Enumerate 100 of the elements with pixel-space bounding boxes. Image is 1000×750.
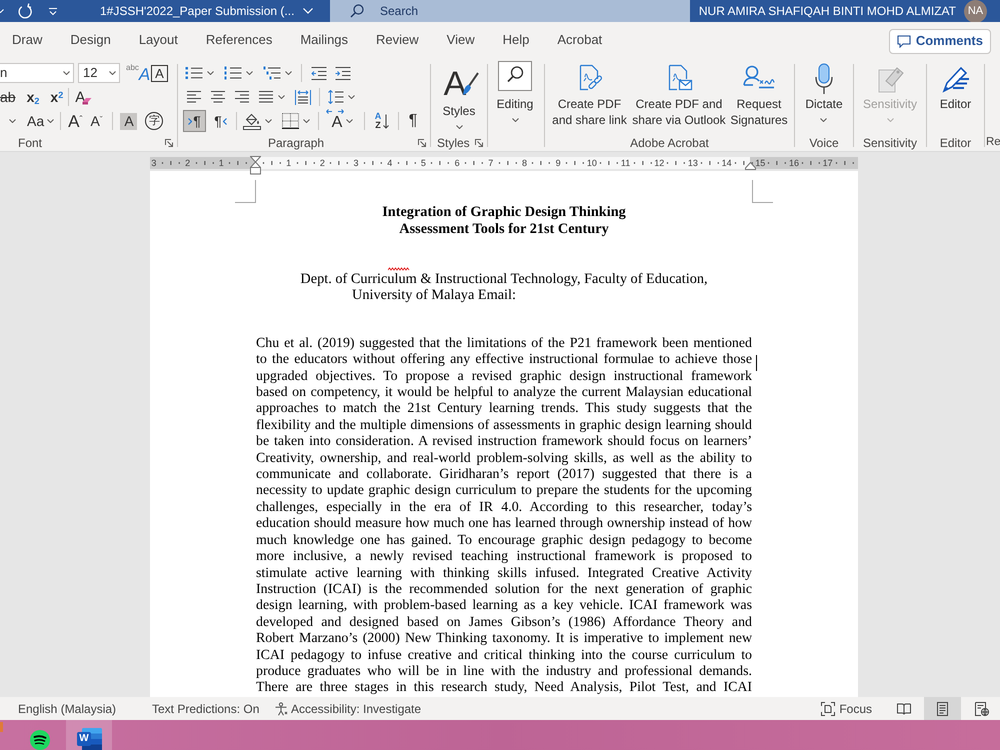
web-layout-icon <box>974 702 988 716</box>
ruler-number: 1 <box>218 157 224 169</box>
microphone-icon <box>814 63 834 95</box>
dialog-launcher-icon[interactable] <box>475 139 483 147</box>
chevron-down-icon[interactable] <box>0 8 4 14</box>
distributed-button[interactable] <box>292 87 314 107</box>
caret-icon <box>820 118 828 122</box>
caret-icon <box>207 71 214 75</box>
ruler-number: 12 <box>654 157 664 169</box>
ribbon-tab[interactable]: Layout <box>132 26 185 56</box>
circular-arrow-icon[interactable] <box>17 3 33 19</box>
align-right-icon <box>235 91 249 103</box>
line-spacing-button[interactable] <box>325 87 358 107</box>
right-to-left-button[interactable]: ¶ <box>209 110 232 132</box>
font-size-field[interactable]: 12 <box>78 63 120 83</box>
accessibility-button[interactable]: Accessibility: Investigate <box>274 700 422 718</box>
paint-bucket-icon <box>243 112 261 130</box>
language-status[interactable]: English (Malaysia) <box>18 702 116 716</box>
group-label: Paragraph <box>267 135 324 152</box>
ruler-number: 3 <box>151 157 156 169</box>
show-marks-button[interactable]: ¶ <box>403 111 423 131</box>
chevron-down-icon[interactable] <box>303 8 314 14</box>
editor-button[interactable]: Editor <box>940 60 972 135</box>
text-cursor <box>756 355 757 371</box>
group-label: Font <box>17 135 42 151</box>
text-predictions-status[interactable]: Text Predictions: On <box>152 702 260 716</box>
print-layout-button[interactable] <box>924 697 961 720</box>
customize-menu-icon[interactable] <box>48 6 58 16</box>
borders-button[interactable] <box>279 111 312 131</box>
character-shading-button[interactable]: A <box>120 112 138 130</box>
print-layout-icon <box>937 702 948 716</box>
group-label: Sensitivity <box>862 135 918 152</box>
ribbon-tab[interactable]: Mailings <box>293 26 356 56</box>
focus-button[interactable]: Focus <box>821 700 872 718</box>
app-icon <box>0 722 3 732</box>
pdf-action-button[interactable]: Create PDF and share via Outlook <box>629 60 729 135</box>
change-case-button[interactable]: Aa <box>27 114 54 128</box>
caret-icon <box>886 118 894 122</box>
left-to-right-button[interactable]: ¶ <box>183 110 206 132</box>
chevron-left-icon <box>222 118 227 124</box>
align-center-icon <box>211 91 225 103</box>
taskbar-app-button[interactable]: W <box>66 720 112 750</box>
caret-icon <box>47 119 54 123</box>
shading-button[interactable] <box>241 111 274 131</box>
font-name-field[interactable]: n <box>0 63 74 83</box>
corner-mark-icon <box>752 180 773 203</box>
search-icon <box>498 61 532 91</box>
ribbon-tab[interactable]: Draw <box>5 26 50 56</box>
decrease-indent-icon <box>311 66 327 80</box>
ruler-number: 14 <box>722 157 732 169</box>
ruler-number: 15 <box>755 157 766 169</box>
caret-icon <box>246 71 253 75</box>
script-button[interactable]: x$^{2}$ <box>50 90 64 104</box>
bullets-icon <box>185 66 203 80</box>
ruler-number: 13 <box>688 157 698 169</box>
sort-button[interactable]: A Z <box>370 111 394 131</box>
caret-icon <box>302 119 310 123</box>
ruler-number: 4 <box>387 157 392 169</box>
caret-icon <box>346 119 354 123</box>
grow-font-button[interactable]: A$^{ˆ}$ <box>68 112 82 130</box>
search-field[interactable]: Search <box>330 0 690 22</box>
caret-icon <box>278 95 284 99</box>
distributed-icon <box>295 90 311 104</box>
comments-button[interactable]: Comments <box>888 28 991 54</box>
script-button[interactable]: x$_{2}$ <box>26 90 40 104</box>
pdf-action-button[interactable]: Request Signatures <box>729 60 789 135</box>
pen-icon <box>940 64 970 94</box>
group-label: Re <box>985 135 1000 150</box>
dialog-launcher-icon[interactable] <box>418 139 426 147</box>
strikethrough-button[interactable]: ab <box>0 90 16 104</box>
numbered-list-icon <box>224 66 242 80</box>
ribbon-tab[interactable]: Review <box>369 26 426 56</box>
styles-button[interactable]: A Styles <box>442 66 476 129</box>
ruler-number: 8 <box>522 157 527 169</box>
ruler-number: 10 <box>586 157 597 169</box>
ruler-number: 2 <box>185 157 190 169</box>
ruler-number: 9 <box>556 157 561 169</box>
enclose-characters-button[interactable]: 字 <box>145 112 164 130</box>
ribbon-tab[interactable]: References <box>198 26 280 56</box>
user-avatar[interactable]: NA <box>964 0 987 22</box>
ribbon-tab[interactable]: Design <box>63 26 118 56</box>
pdf-action-button[interactable]: Create PDF and share link <box>550 60 629 135</box>
circle-waves-icon <box>30 730 50 750</box>
caret-icon <box>456 125 462 129</box>
read-mode-icon <box>896 702 910 714</box>
ribbon-tab[interactable]: View <box>440 26 482 56</box>
ruler-number: 17 <box>822 157 833 169</box>
affiliation-text: Dept. of Curriculum & Instructional Technology, Faculty of Education, University of Malaya Email: <box>299 271 709 304</box>
ribbon-tab[interactable]: Acrobat <box>550 26 610 56</box>
caret-icon[interactable] <box>9 119 16 123</box>
editing-button[interactable]: Editing <box>495 60 535 122</box>
character-border-button[interactable]: A <box>151 64 168 82</box>
dialog-launcher-icon[interactable] <box>165 139 173 147</box>
window-title: 1#JSSH'2022_Paper Submission (... <box>100 3 294 20</box>
ribbon-tab[interactable]: Help <box>496 26 536 56</box>
character-spacing-button[interactable]: A <box>324 111 359 131</box>
user-name: NUR AMIRA SHAFIQAH BINTI MOHD ALMIZAT <box>698 3 956 20</box>
align-left-icon <box>187 91 201 103</box>
shrink-font-button[interactable]: A$^{ˇ}$ <box>90 114 102 128</box>
dictate-button[interactable]: Dictate <box>805 60 843 135</box>
